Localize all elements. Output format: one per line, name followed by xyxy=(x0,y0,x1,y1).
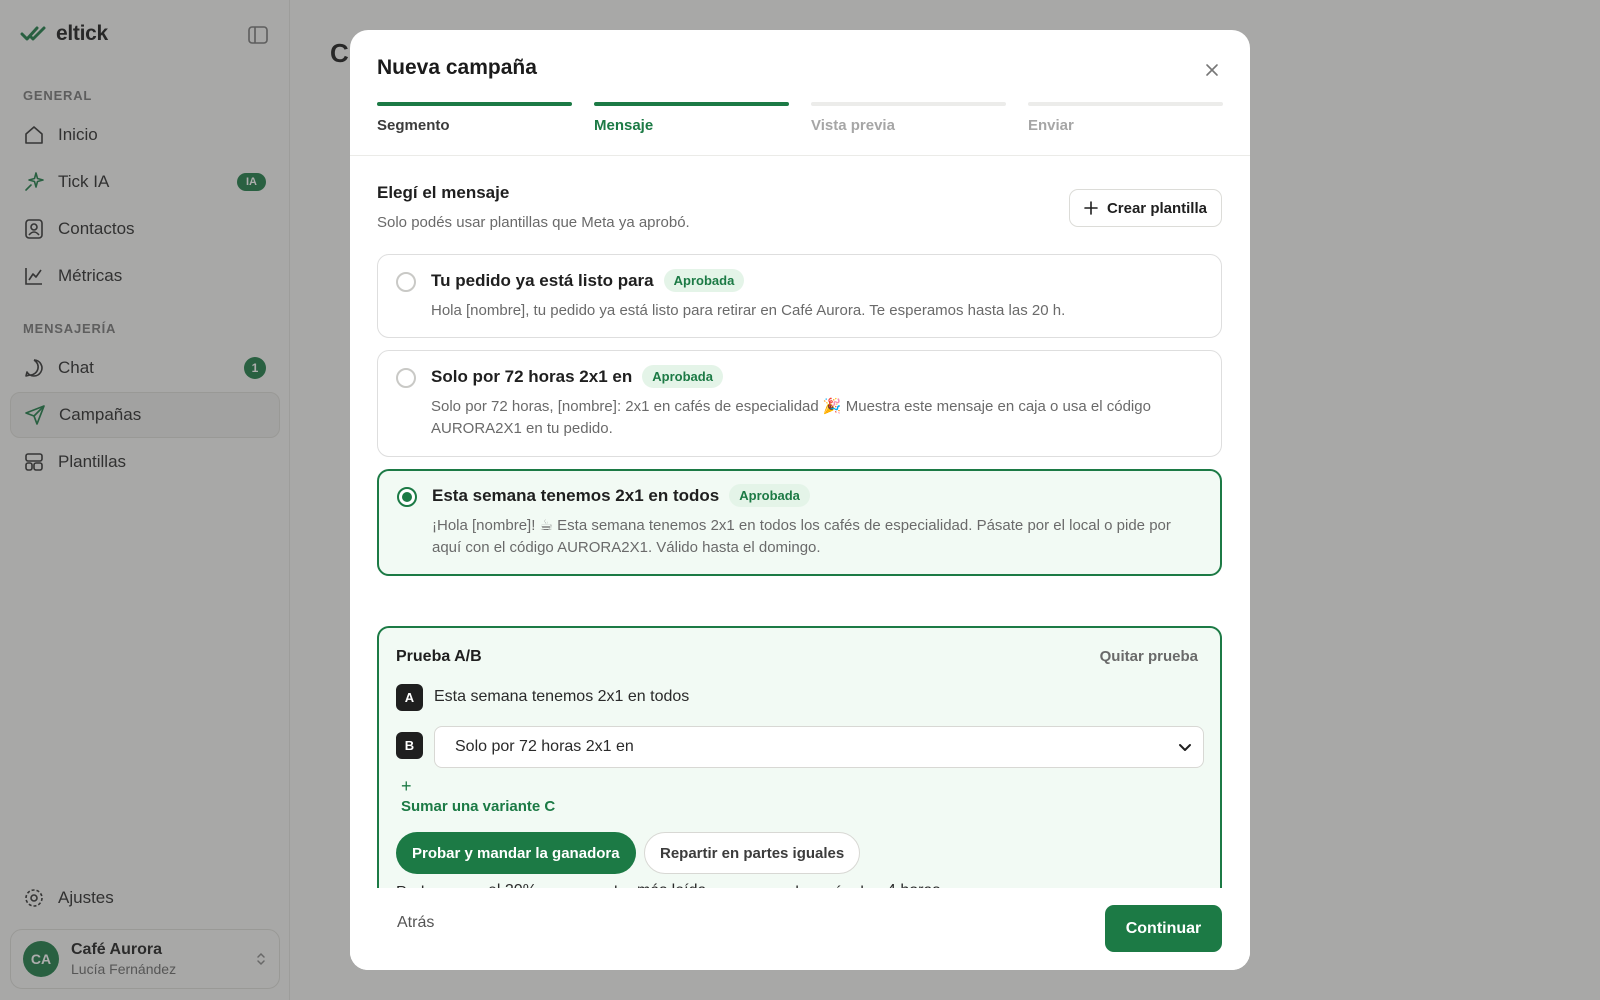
template-name: Esta semana tenemos 2x1 en todos xyxy=(432,485,720,505)
modal-body[interactable]: Elegí el mensaje Solo podés usar plantil… xyxy=(350,156,1250,918)
template-option[interactable]: Tu pedido ya está listo para Aprobada Ho… xyxy=(377,254,1222,338)
template-name: Tu pedido ya está listo para xyxy=(431,270,654,290)
template-body: ¡Hola [nombre]! ☕ Esta semana tenemos 2x… xyxy=(432,517,1171,556)
template-name: Solo por 72 horas 2x1 en xyxy=(431,366,633,386)
status-badge: Aprobada xyxy=(642,365,723,388)
add-variant-c-button[interactable]: Sumar una variante C xyxy=(401,798,555,815)
status-badge: Aprobada xyxy=(729,484,810,507)
step-label: Vista previa xyxy=(811,117,895,134)
radio-button[interactable] xyxy=(396,368,416,388)
ab-test-panel: Prueba A/B Quitar prueba A Esta semana t… xyxy=(377,626,1222,918)
plus-icon xyxy=(1084,201,1098,215)
step-progress-bar xyxy=(594,102,789,106)
step-segmento[interactable]: Segmento xyxy=(377,102,572,134)
ab-test-title: Prueba A/B xyxy=(396,648,482,665)
new-campaign-modal: Nueva campaña Segmento Mensaje Vista pre… xyxy=(350,30,1250,970)
step-progress-bar xyxy=(377,102,572,106)
variant-b-letter: B xyxy=(396,732,423,759)
close-icon xyxy=(1206,64,1218,76)
create-template-button[interactable]: Crear plantilla xyxy=(1068,189,1222,227)
step-label: Enviar xyxy=(1028,117,1074,134)
radio-button[interactable] xyxy=(397,487,417,507)
step-progress-bar xyxy=(1028,102,1223,106)
variant-b-select[interactable]: Solo por 72 horas 2x1 en xyxy=(434,726,1204,768)
variant-a-letter: A xyxy=(396,684,423,711)
mode-test-and-send-winner[interactable]: Probar y mandar la ganadora xyxy=(396,832,636,874)
variant-a-name: Esta semana tenemos 2x1 en todos xyxy=(434,688,690,705)
mode-split-equally[interactable]: Repartir en partes iguales xyxy=(644,832,861,874)
step-progress-bar xyxy=(811,102,1006,106)
modal-footer-bar: Atrás Continuar xyxy=(350,888,1250,970)
section-subtitle: Solo podés usar plantillas que Meta ya a… xyxy=(377,214,690,231)
remove-test-button[interactable]: Quitar prueba xyxy=(1100,648,1198,665)
template-body: Solo por 72 horas, [nombre]: 2x1 en café… xyxy=(431,398,1151,437)
step-mensaje[interactable]: Mensaje xyxy=(594,102,789,134)
step-enviar: Enviar xyxy=(1028,102,1223,134)
step-label: Mensaje xyxy=(594,117,654,134)
continue-button[interactable]: Continuar xyxy=(1105,905,1222,952)
section-title: Elegí el mensaje xyxy=(377,183,510,202)
radio-dot xyxy=(402,492,412,502)
back-button[interactable]: Atrás xyxy=(397,914,434,932)
variant-b-selected: Solo por 72 horas 2x1 en xyxy=(455,738,634,755)
modal-title: Nueva campaña xyxy=(377,56,537,79)
radio-button[interactable] xyxy=(396,272,416,292)
template-option-selected[interactable]: Esta semana tenemos 2x1 en todos Aprobad… xyxy=(377,469,1222,576)
step-vista-previa: Vista previa xyxy=(811,102,1006,134)
step-label: Segmento xyxy=(377,117,450,134)
create-template-label: Crear plantilla xyxy=(1106,199,1207,217)
close-button[interactable] xyxy=(1202,60,1222,80)
template-body: Hola [nombre], tu pedido ya está listo p… xyxy=(431,302,1066,319)
status-badge: Aprobada xyxy=(663,269,745,292)
modal-header: Nueva campaña Segmento Mensaje Vista pre… xyxy=(350,30,1250,156)
template-option[interactable]: Solo por 72 horas 2x1 en Aprobada Solo p… xyxy=(377,350,1222,457)
chevron-down-icon xyxy=(1179,744,1191,751)
plus-icon: + xyxy=(401,776,412,796)
